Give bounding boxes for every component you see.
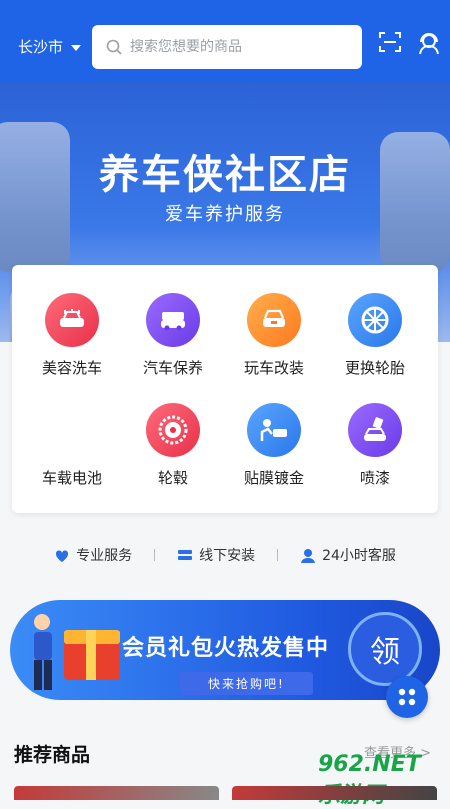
wheel-hub-icon — [146, 403, 200, 457]
feature-label: 专业服务 — [76, 548, 133, 564]
service-label: 汽车保养 — [142, 359, 203, 377]
service-label: 美容洗车 — [41, 359, 102, 377]
hero-subtitle: 爱车养护服务 — [165, 204, 285, 225]
service-tire[interactable]: 更换轮胎 — [325, 293, 425, 378]
spray-paint-icon — [348, 403, 402, 457]
product-card[interactable] — [232, 786, 437, 800]
chevron-down-icon — [71, 44, 82, 51]
service-label: 喷漆 — [359, 469, 390, 487]
claim-button[interactable]: 领 — [348, 612, 422, 686]
top-bar: 长沙市 — [0, 0, 450, 82]
service-wheel-hub[interactable]: 轮毂 — [123, 403, 223, 488]
support-icon — [301, 549, 316, 563]
feature-label: 线下安装 — [199, 548, 256, 564]
customer-service-icon[interactable] — [416, 30, 442, 56]
floating-menu-button[interactable] — [386, 676, 428, 718]
service-label: 贴膜镀金 — [243, 469, 304, 487]
tire-icon — [348, 293, 402, 347]
person-gift-illustration — [34, 614, 120, 690]
feature-row: 专业服务 线下安装 24小时客服 — [0, 540, 450, 570]
shield-heart-icon — [56, 550, 69, 562]
install-icon — [178, 550, 193, 560]
product-card[interactable] — [14, 786, 219, 800]
city-selector[interactable]: 长沙市 — [18, 36, 82, 57]
banner-subtitle: 快来抢购吧! — [180, 672, 313, 695]
divider — [277, 549, 279, 561]
scan-icon[interactable] — [378, 30, 402, 54]
member-promo-banner[interactable]: 会员礼包火热发售中 快来抢购吧! 领 — [10, 600, 440, 700]
service-film[interactable]: 贴膜镀金 — [224, 403, 324, 488]
watermark: 962.NET 乐游网 — [318, 752, 421, 808]
divider — [154, 549, 156, 561]
feature-item: 24小时客服 — [300, 545, 396, 565]
search-input[interactable] — [130, 39, 340, 55]
film-icon — [247, 403, 301, 457]
shop-car-icon — [146, 293, 200, 347]
service-maintenance[interactable]: 汽车保养 — [123, 293, 223, 378]
hero-title: 养车侠社区店 — [99, 152, 351, 198]
feature-item: 专业服务 — [54, 545, 132, 565]
service-modify[interactable]: 玩车改装 — [224, 293, 324, 378]
car-modify-icon — [247, 293, 301, 347]
feature-item: 线下安装 — [177, 545, 255, 565]
grid-dots-icon — [398, 688, 416, 706]
service-label: 车载电池 — [41, 469, 102, 487]
service-label: 玩车改装 — [243, 359, 304, 377]
recommend-title: 推荐商品 — [14, 744, 91, 766]
battery-icon — [45, 403, 99, 457]
banner-title: 会员礼包火热发售中 — [122, 636, 330, 661]
city-label: 长沙市 — [18, 38, 64, 56]
service-label: 更换轮胎 — [344, 359, 405, 377]
search-box[interactable] — [92, 25, 362, 69]
service-battery[interactable]: 车载电池 — [22, 403, 122, 488]
search-icon — [106, 39, 122, 55]
car-wash-icon — [45, 293, 99, 347]
service-car-wash[interactable]: 美容洗车 — [22, 293, 122, 378]
feature-label: 24小时客服 — [322, 548, 396, 564]
service-spray-paint[interactable]: 喷漆 — [325, 403, 425, 488]
service-label: 轮毂 — [157, 469, 188, 487]
service-grid: 美容洗车 汽车保养 玩车改装 更换轮胎 车载电池 轮毂 贴膜镀金 喷漆 — [12, 265, 438, 513]
